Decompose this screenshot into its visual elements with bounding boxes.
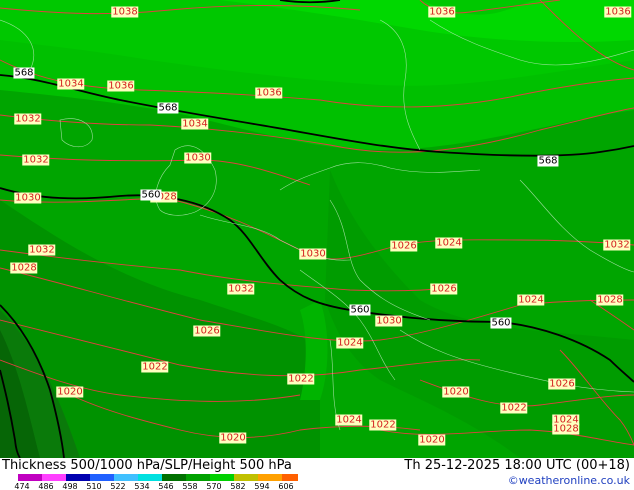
- pressure-label: 1038: [111, 6, 139, 18]
- height-label: 560: [490, 317, 512, 329]
- pressure-label: 1022: [500, 402, 528, 414]
- legend-tick-label: 594: [254, 482, 270, 490]
- pressure-label: 1020: [219, 432, 247, 444]
- legend-tick-label: 498: [62, 482, 78, 490]
- colorbar-swatch: [90, 474, 114, 481]
- colorbar-swatch: [18, 474, 42, 481]
- weather-map: [0, 0, 634, 458]
- pressure-label: 1032: [227, 283, 255, 295]
- legend-tick-label: 582: [230, 482, 246, 490]
- pressure-label: 1026: [390, 240, 418, 252]
- height-label: 568: [13, 67, 35, 79]
- pressure-label: 1028: [10, 262, 38, 274]
- pressure-label: 1036: [604, 6, 632, 18]
- pressure-label: 1022: [141, 361, 169, 373]
- colorbar-swatch: [42, 474, 66, 481]
- colorbar-swatch: [138, 474, 162, 481]
- pressure-label: 1026: [193, 325, 221, 337]
- map-title: Thickness 500/1000 hPa/SLP/Height 500 hP…: [2, 458, 292, 473]
- pressure-label: 1024: [336, 337, 364, 349]
- map-footer: Thickness 500/1000 hPa/SLP/Height 500 hP…: [0, 458, 634, 490]
- pressure-label: 1036: [107, 80, 135, 92]
- legend-tick-label: 474: [14, 482, 30, 490]
- pressure-label: 1034: [181, 118, 209, 130]
- pressure-label: 1032: [14, 113, 42, 125]
- pressure-label: 1036: [255, 87, 283, 99]
- pressure-label: 1030: [184, 152, 212, 164]
- pressure-label: 1024: [335, 414, 363, 426]
- colorbar-swatch: [66, 474, 90, 481]
- pressure-label: 1022: [369, 419, 397, 431]
- pressure-label: 1024: [517, 294, 545, 306]
- valid-time: Th 25-12-2025 18:00 UTC (00+18): [404, 458, 630, 473]
- pressure-label: 1036: [428, 6, 456, 18]
- height-label: 568: [537, 155, 559, 167]
- pressure-label: 1028: [552, 423, 580, 435]
- height-label: 568: [157, 102, 179, 114]
- pressure-label: 1030: [14, 192, 42, 204]
- pressure-label: 1020: [418, 434, 446, 446]
- legend-tick-label: 510: [86, 482, 102, 490]
- colorbar-swatch: [186, 474, 210, 481]
- pressure-label: 1032: [28, 244, 56, 256]
- pressure-label: 1030: [375, 315, 403, 327]
- colorbar-swatch: [258, 474, 282, 481]
- legend-tick-label: 558: [182, 482, 198, 490]
- height-label: 560: [140, 189, 162, 201]
- pressure-label: 1026: [430, 283, 458, 295]
- colorbar-swatch: [282, 474, 298, 481]
- pressure-label: 1030: [299, 248, 327, 260]
- legend-tick-label: 522: [110, 482, 126, 490]
- height-label: 560: [349, 304, 371, 316]
- credit-link[interactable]: ©weatheronline.co.uk: [508, 474, 630, 487]
- legend-tick-label: 534: [134, 482, 150, 490]
- pressure-label: 1032: [603, 239, 631, 251]
- weather-map-figure: 1038 1036 1034 1036 1036 1034 1032 1030 1032 1028…: [0, 0, 634, 490]
- pressure-label: 1024: [435, 237, 463, 249]
- colorbar-swatch: [210, 474, 234, 481]
- pressure-label: 1020: [56, 386, 84, 398]
- pressure-label: 1032: [22, 154, 50, 166]
- legend-tick-label: 606: [278, 482, 294, 490]
- colorbar-swatch: [162, 474, 186, 481]
- colorbar-swatch: [114, 474, 138, 481]
- legend-tick-label: 546: [158, 482, 174, 490]
- pressure-label: 1020: [442, 386, 470, 398]
- pressure-label: 1034: [57, 78, 85, 90]
- legend-tick-label: 486: [38, 482, 54, 490]
- colorbar-swatch: [234, 474, 258, 481]
- legend-tick-label: 570: [206, 482, 222, 490]
- pressure-label: 1026: [548, 378, 576, 390]
- pressure-label: 1028: [596, 294, 624, 306]
- legend-ticks: 474 486 498 510 522 534 546 558 570 582 594 606: [0, 482, 340, 490]
- pressure-label: 1022: [287, 373, 315, 385]
